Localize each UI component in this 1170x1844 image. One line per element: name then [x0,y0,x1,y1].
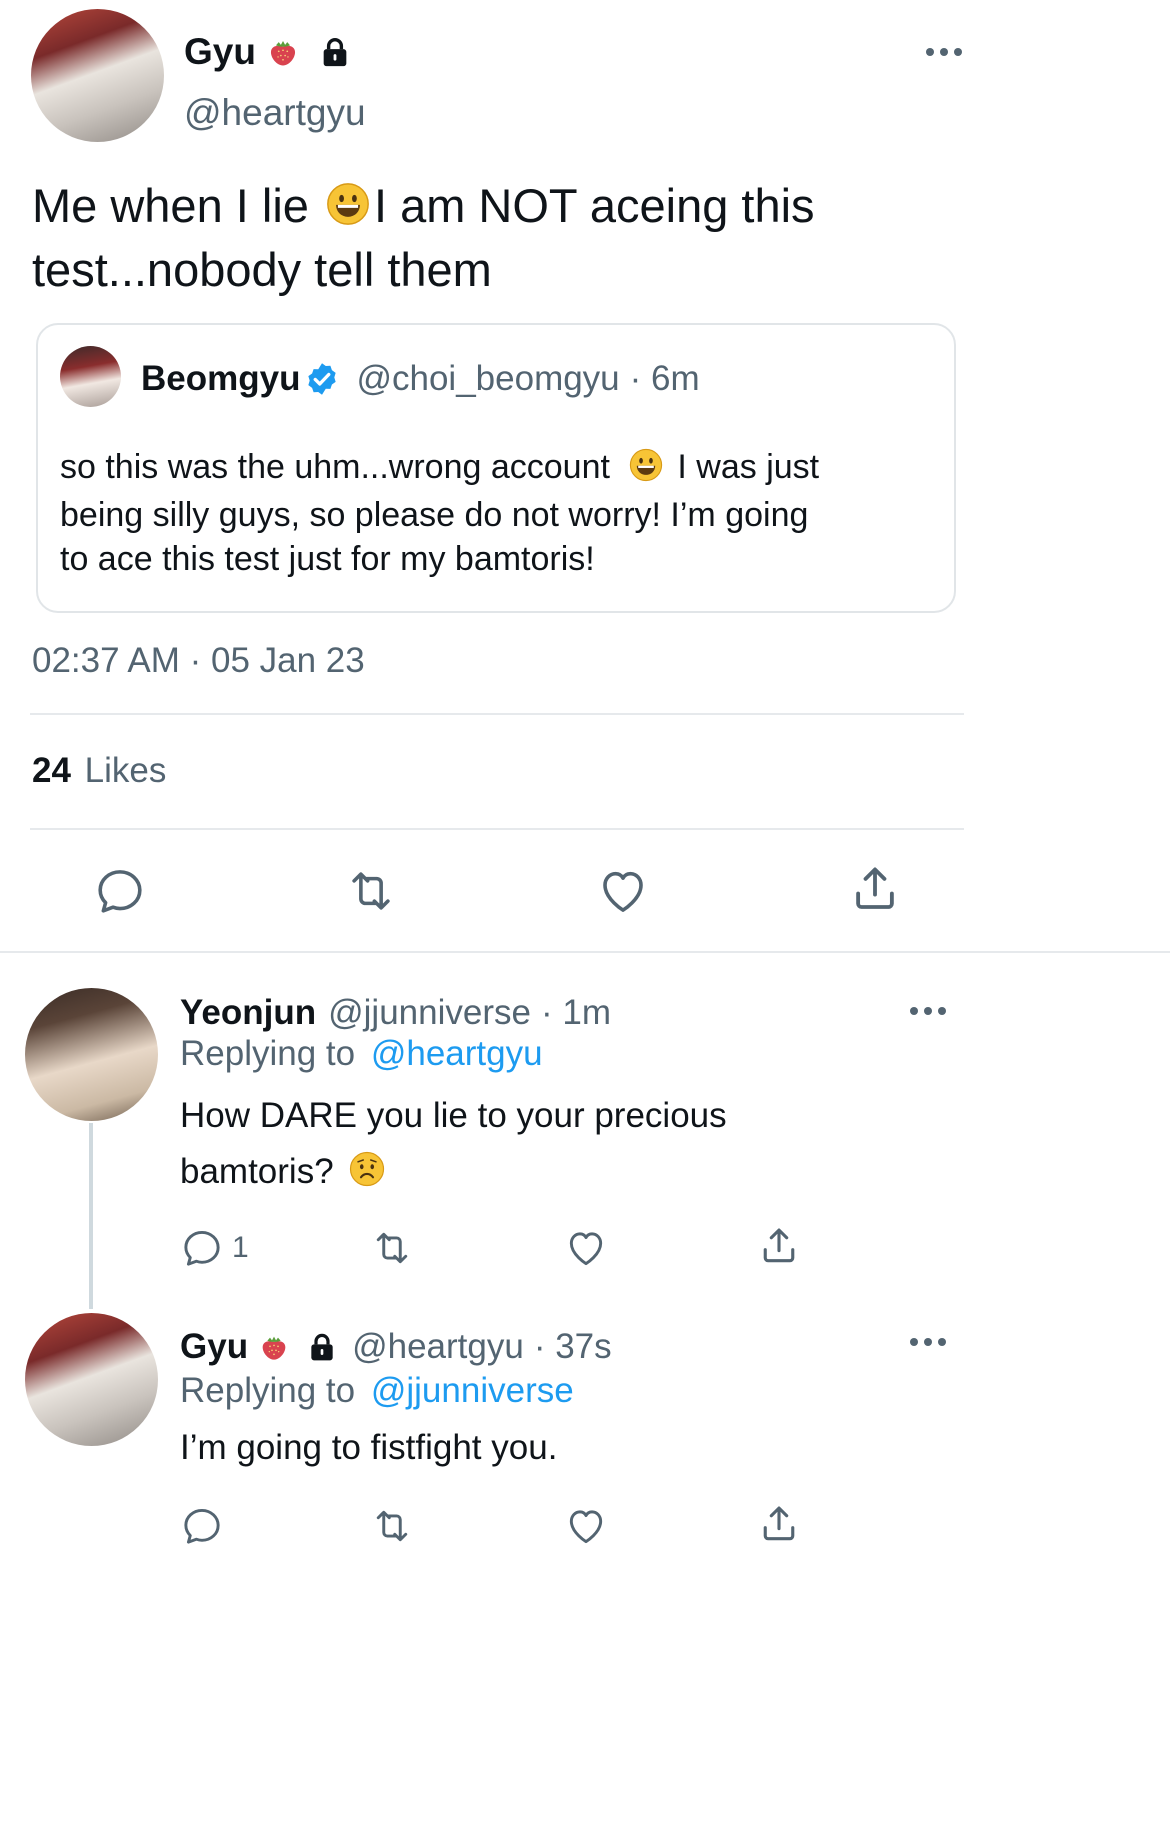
tweet-text: Me when I lie I am NOT aceing this test.… [32,179,815,296]
replying-to: Replying to @heartgyu [180,1034,543,1073]
mention-link[interactable]: @jjunniverse [371,1371,574,1410]
quoted-tweet-text: so this was the uhm...wrong account I wa… [60,448,820,578]
quoted-avatar[interactable] [60,346,121,407]
reply-icon [180,1226,224,1270]
reply-button[interactable]: 1 [180,1226,249,1270]
reply-author-name[interactable]: Gyu [180,1327,248,1367]
reply-author-row: Yeonjun @jjunniverse · 1m [180,990,611,1036]
grinning-emoji-icon [629,448,663,493]
more-options-icon[interactable] [910,1338,946,1346]
like-icon[interactable] [564,1504,608,1548]
likes-stat[interactable]: 24 Likes [32,751,166,791]
reply-avatar[interactable] [25,1313,158,1446]
mention-link[interactable]: @heartgyu [371,1034,543,1073]
reply-time: · 37s [533,1327,612,1366]
quoted-author-name[interactable]: Beomgyu [141,359,300,399]
reply-author-name[interactable]: Yeonjun [180,993,316,1033]
reply-text: How DARE you lie to your precious bamtor… [180,1088,727,1204]
like-icon[interactable] [596,864,650,918]
reply-icon[interactable] [180,1504,224,1548]
section-divider [0,951,1170,953]
author-row: Gyu [184,26,352,78]
share-icon[interactable] [848,862,902,916]
lock-icon [306,1331,338,1363]
reply-action-bar: 1 [180,1226,820,1272]
avatar[interactable] [31,9,164,142]
reply-author-handle[interactable]: @heartgyu [352,1327,524,1367]
likes-count: 24 [32,751,71,790]
share-icon[interactable] [757,1502,801,1546]
reply-avatar[interactable] [25,988,158,1121]
grinning-emoji-icon [326,180,370,240]
divider [30,828,964,830]
reply-time: · 1m [540,993,611,1032]
reply-author-handle[interactable]: @jjunniverse [328,993,531,1033]
quoted-author-handle[interactable]: @choi_beomgyu [356,359,619,399]
reply-text: I’m going to fistfight you. [180,1428,558,1467]
author-name[interactable]: Gyu [184,31,256,73]
likes-label: Likes [84,751,167,790]
divider [30,713,964,715]
lock-icon [318,35,352,69]
verified-badge-icon [304,361,340,397]
replying-to: Replying to @jjunniverse [180,1371,574,1410]
retweet-icon[interactable] [342,864,400,918]
worried-emoji-icon [349,1148,385,1204]
like-icon[interactable] [564,1226,608,1270]
retweet-icon[interactable] [368,1226,416,1270]
strawberry-icon [258,1331,290,1363]
retweet-icon[interactable] [368,1504,416,1548]
reply-action-bar [180,1504,820,1550]
reply-icon[interactable] [93,864,147,918]
strawberry-icon [266,35,300,69]
more-options-icon[interactable] [910,1007,946,1015]
tweet-timestamp[interactable]: 02:37 AM · 05 Jan 23 [32,641,365,681]
share-icon[interactable] [757,1224,801,1268]
reply-author-row: Gyu @heartgyu · 37s [180,1324,612,1370]
more-options-icon[interactable] [926,48,962,56]
quoted-author-row: Beomgyu @choi_beomgyu · 6m [141,356,700,402]
author-handle[interactable]: @heartgyu [184,92,366,134]
thread-line [89,1123,93,1309]
reply-count: 1 [232,1231,249,1264]
quoted-time: · 6m [629,359,700,398]
